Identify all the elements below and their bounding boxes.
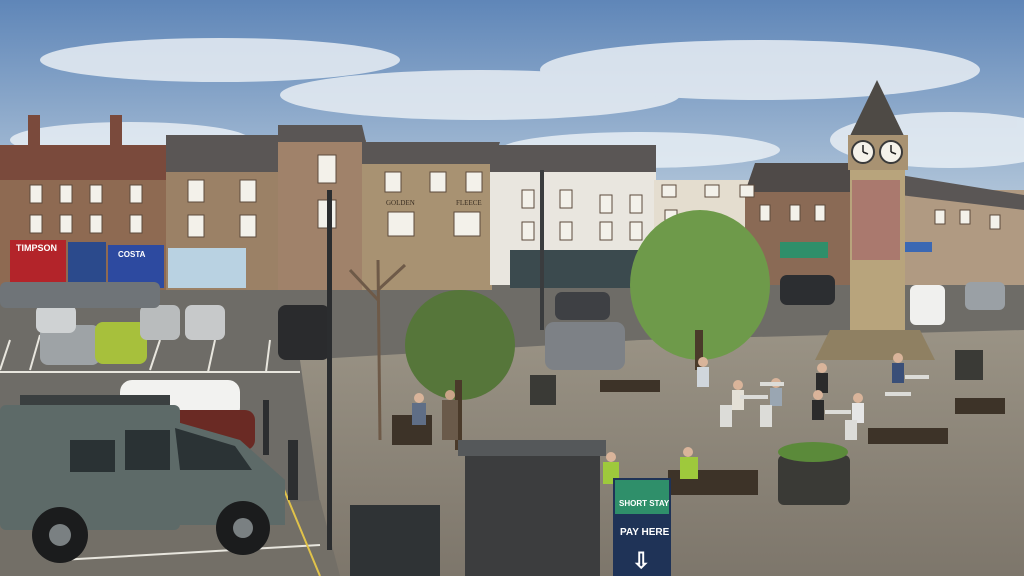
car [278, 305, 330, 360]
building-sign-golden: GOLDEN [386, 199, 415, 207]
car [555, 292, 610, 320]
car [36, 305, 76, 333]
building-sign-fleece: FLEECE [456, 199, 482, 207]
scene-svg: TIMPSON COSTA GOLDEN FLEECE SHORT STAY P… [0, 0, 1024, 576]
tower-flowers [852, 180, 900, 260]
shopfront-7 [902, 242, 932, 252]
bench [955, 398, 1005, 414]
pay-here-label: PAY HERE [620, 527, 670, 538]
bollard [263, 400, 269, 455]
car [0, 282, 160, 308]
shopfront-4 [168, 248, 246, 288]
phone-box [465, 445, 600, 576]
bollard [288, 440, 298, 500]
shopfront-2 [68, 242, 106, 288]
car [185, 305, 225, 340]
shop-sign-costa: COSTA [118, 250, 146, 259]
short-stay-label: SHORT STAY [619, 499, 670, 508]
bin [350, 505, 440, 576]
car [780, 275, 835, 305]
lamp-post [540, 170, 544, 330]
bench [868, 428, 948, 444]
car [965, 282, 1005, 310]
short-stay-sign: SHORT STAY PAY HERE ⇩ [613, 478, 671, 576]
car [545, 322, 625, 370]
planter [530, 375, 556, 405]
lamp-post [327, 190, 332, 550]
bench [600, 380, 660, 392]
tower-base [815, 330, 935, 360]
car [910, 285, 945, 325]
down-arrow-icon: ⇩ [632, 548, 650, 573]
car [140, 305, 180, 340]
shopfront-6 [780, 242, 828, 258]
market-square-scene: TIMPSON COSTA GOLDEN FLEECE SHORT STAY P… [0, 0, 1024, 576]
planter [955, 350, 983, 380]
shop-sign-timpson: TIMPSON [16, 243, 57, 253]
car [95, 322, 147, 364]
planter [778, 455, 850, 505]
shopfront-5 [510, 250, 650, 288]
